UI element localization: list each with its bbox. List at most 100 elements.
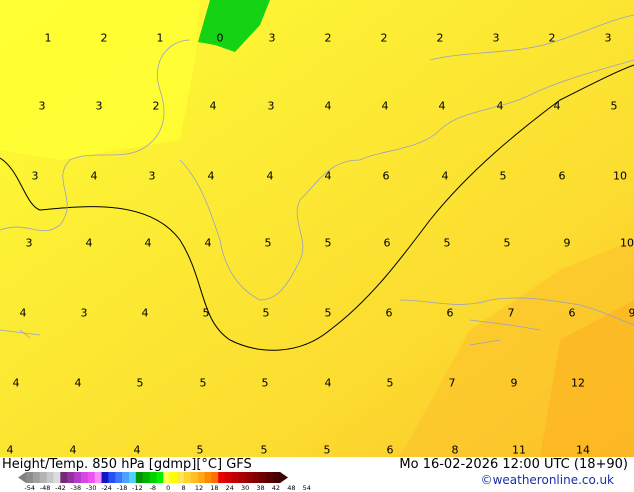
field-value-label: 3: [81, 307, 88, 320]
field-value-label: 9: [564, 237, 571, 250]
credit-link[interactable]: ©weatheronline.co.uk: [481, 473, 614, 487]
field-value-label: 11: [512, 444, 526, 457]
field-value-label: 3: [605, 32, 612, 45]
field-value-label: 5: [444, 237, 451, 250]
scale-tick-label: 0: [161, 484, 176, 492]
field-value-label: 7: [449, 377, 456, 390]
field-value-label: 3: [96, 100, 103, 113]
scale-swatch: [115, 472, 122, 483]
scale-swatch: [259, 472, 266, 483]
field-value-label: 7: [508, 307, 515, 320]
field-value-label: 4: [439, 100, 446, 113]
field-value-label: 2: [101, 32, 108, 45]
scale-swatch: [122, 472, 129, 483]
scale-tick-label: 8: [176, 484, 191, 492]
scale-tick-label: 30: [237, 484, 252, 492]
field-value-label: 4: [325, 100, 332, 113]
field-value-label: 5: [504, 237, 511, 250]
field-value-label: 5: [262, 377, 269, 390]
scale-swatch: [177, 472, 184, 483]
field-value-label: 12: [571, 377, 585, 390]
scale-swatch: [102, 472, 109, 483]
scale-tick-label: 24: [222, 484, 237, 492]
scale-tick-label: 18: [207, 484, 222, 492]
scale-swatch: [211, 472, 218, 483]
scale-swatch: [129, 472, 136, 483]
field-value-label: 5: [137, 377, 144, 390]
field-value-label: 2: [437, 32, 444, 45]
map-title: Height/Temp. 850 hPa [gdmp][°C] GFS: [2, 457, 252, 472]
field-value-label: 3: [32, 170, 39, 183]
scale-swatch: [74, 472, 81, 483]
field-value-label: 4: [205, 237, 212, 250]
scale-tick-label: -18: [114, 484, 129, 492]
field-value-label: 5: [261, 444, 268, 457]
map-canvas: [0, 0, 634, 457]
field-value-label: 4: [142, 307, 149, 320]
field-value-label: 5: [200, 377, 207, 390]
field-value-label: 5: [203, 307, 210, 320]
field-value-label: 4: [554, 100, 561, 113]
field-value-label: 2: [153, 100, 160, 113]
field-value-label: 4: [75, 377, 82, 390]
field-value-label: 3: [269, 32, 276, 45]
field-value-label: 3: [39, 100, 46, 113]
scale-swatch: [143, 472, 150, 483]
scale-arrow-right: [280, 472, 288, 483]
field-value-label: 3: [268, 100, 275, 113]
scale-tick-label: 54: [299, 484, 314, 492]
map-footer: Height/Temp. 850 hPa [gdmp][°C] GFS Mo 1…: [0, 457, 634, 490]
scale-tick-label: -8: [145, 484, 160, 492]
field-value-label: 2: [325, 32, 332, 45]
scale-swatch: [191, 472, 198, 483]
field-value-label: 4: [13, 377, 20, 390]
field-value-label: 4: [325, 377, 332, 390]
scale-tick-label: 48: [284, 484, 299, 492]
field-value-label: 10: [620, 237, 634, 250]
field-value-label: 1: [157, 32, 164, 45]
scale-tick-label: -42: [53, 484, 68, 492]
forecast-datetime: Mo 16-02-2026 12:00 UTC (18+90): [399, 457, 628, 472]
scale-tick-label: -30: [84, 484, 99, 492]
field-value-label: 6: [559, 170, 566, 183]
field-value-label: 4: [91, 170, 98, 183]
scale-swatch: [88, 472, 95, 483]
field-value-label: 4: [134, 444, 141, 457]
field-value-label: 5: [197, 444, 204, 457]
field-value-label: 4: [267, 170, 274, 183]
weather-map[interactable]: 1210322232333243444445343444645610344455…: [0, 0, 634, 457]
scale-swatch: [33, 472, 40, 483]
scale-swatch: [47, 472, 54, 483]
scale-swatch: [225, 472, 232, 483]
scale-tick-label: -48: [37, 484, 52, 492]
scale-swatch: [170, 472, 177, 483]
scale-swatch: [60, 472, 67, 483]
scale-swatch: [95, 472, 102, 483]
scale-swatch: [26, 472, 33, 483]
field-value-label: 4: [145, 237, 152, 250]
scale-swatch: [232, 472, 239, 483]
field-value-label: 4: [70, 444, 77, 457]
scale-swatch: [266, 472, 273, 483]
scale-swatch: [218, 472, 225, 483]
scale-swatch: [108, 472, 115, 483]
field-value-label: 4: [497, 100, 504, 113]
scale-swatch: [273, 472, 280, 483]
scale-tick-label: -24: [99, 484, 114, 492]
scale-swatch: [253, 472, 260, 483]
field-value-label: 2: [381, 32, 388, 45]
field-value-label: 5: [265, 237, 272, 250]
scale-arrow-left: [18, 472, 26, 483]
field-value-label: 6: [384, 237, 391, 250]
scale-swatch: [239, 472, 246, 483]
scale-tick-label: -54: [22, 484, 37, 492]
field-value-label: 3: [26, 237, 33, 250]
field-value-label: 5: [263, 307, 270, 320]
field-value-label: 4: [7, 444, 14, 457]
field-value-label: 5: [324, 444, 331, 457]
field-value-label: 6: [383, 170, 390, 183]
scale-swatch: [136, 472, 143, 483]
field-value-label: 3: [493, 32, 500, 45]
field-value-label: 4: [325, 170, 332, 183]
field-value-label: 4: [210, 100, 217, 113]
